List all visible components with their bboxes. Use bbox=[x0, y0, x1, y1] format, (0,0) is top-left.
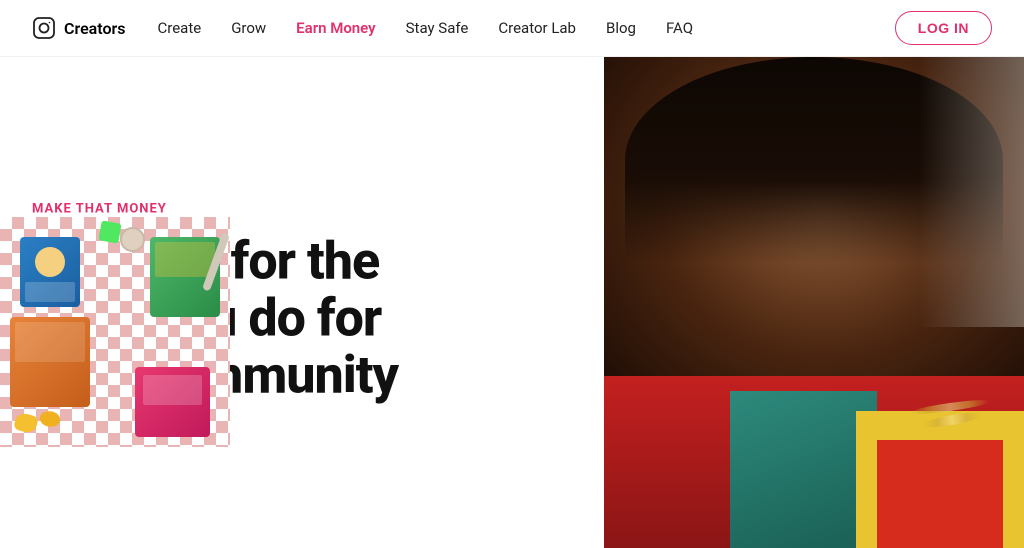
portrait-outfit-red2 bbox=[877, 440, 1003, 548]
login-button[interactable]: LOG IN bbox=[895, 11, 992, 45]
flatlay-product-4 bbox=[135, 367, 210, 437]
flatlay-plate bbox=[120, 227, 145, 252]
header-left: Creators Create Grow Earn Money Stay Saf… bbox=[32, 13, 705, 43]
hero-eyebrow: MAKE THAT MONEY bbox=[32, 201, 398, 216]
nav-item-stay-safe[interactable]: Stay Safe bbox=[394, 13, 481, 43]
portrait-outfit-teal bbox=[730, 391, 877, 548]
nav-item-blog[interactable]: Blog bbox=[594, 13, 648, 43]
logo[interactable]: Creators bbox=[32, 16, 126, 40]
portrait-bg-light bbox=[919, 57, 1024, 327]
nav-item-faq[interactable]: FAQ bbox=[654, 13, 705, 43]
hero-flatlay-image bbox=[0, 217, 230, 447]
flatlay-product-2 bbox=[10, 317, 90, 407]
instagram-icon bbox=[32, 16, 56, 40]
nav-item-create[interactable]: Create bbox=[146, 13, 214, 43]
nav-item-earn-money[interactable]: Earn Money bbox=[284, 13, 387, 43]
nav-item-grow[interactable]: Grow bbox=[219, 13, 278, 43]
logo-text: Creators bbox=[64, 19, 126, 38]
nav-item-creator-lab[interactable]: Creator Lab bbox=[486, 13, 588, 43]
hero-section: MAKE THAT MONEY Get paid for thework you… bbox=[0, 57, 1024, 548]
header-right: LOG IN bbox=[895, 11, 992, 45]
site-header: Creators Create Grow Earn Money Stay Saf… bbox=[0, 0, 1024, 57]
flatlay-accent bbox=[98, 220, 121, 243]
hero-portrait-image bbox=[604, 57, 1024, 548]
main-nav: Create Grow Earn Money Stay Safe Creator… bbox=[146, 13, 706, 43]
flatlay-product-1 bbox=[20, 237, 80, 307]
